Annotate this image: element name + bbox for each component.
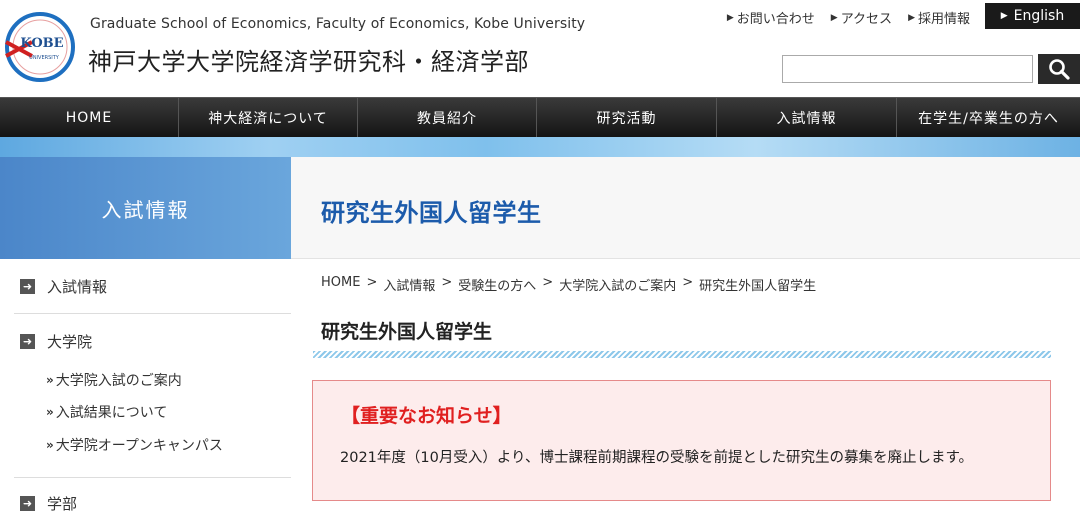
breadcrumb-applicants[interactable]: 受験生の方へ: [458, 275, 536, 294]
breadcrumb-separator: >: [441, 275, 453, 290]
site-title[interactable]: 神戸大学大学院経済学研究科・経済学部: [88, 42, 529, 77]
double-chevron-icon: »: [46, 438, 54, 452]
nav-research[interactable]: 研究活動: [537, 98, 717, 137]
sidebar-subitem-guide[interactable]: » 大学院入試のご案内: [46, 370, 182, 390]
search-input[interactable]: [782, 55, 1033, 83]
main-nav: HOME 神大経済について 教員紹介 研究活動 入試情報 在学生/卒業生の方へ: [0, 97, 1080, 137]
breadcrumb-admissions[interactable]: 入試情報: [383, 275, 435, 294]
search-button[interactable]: [1038, 54, 1080, 84]
page-title-area: 研究生外国人留学生: [291, 157, 1080, 259]
sidebar-item-undergraduate[interactable]: ➜ 学部: [20, 493, 77, 514]
sidebar-subitem-label: 大学院入試のご案内: [55, 373, 182, 389]
divider: [14, 477, 291, 478]
triangle-right-icon: ▶: [830, 12, 838, 23]
section-label: 入試情報: [0, 157, 291, 259]
search-icon: [1049, 59, 1070, 80]
notice-body: 2021年度（10月受入）より、博士課程前期課程の受験を前提とした研究生の募集を…: [340, 450, 974, 466]
sidebar-subitem-label: 入試結果について: [55, 405, 168, 421]
contact-link-label: お問い合わせ: [736, 12, 815, 27]
access-link[interactable]: ▶ アクセス: [831, 8, 892, 27]
breadcrumb-separator: >: [682, 275, 694, 290]
heading-underline: [313, 351, 1051, 358]
breadcrumb-home[interactable]: HOME: [321, 275, 360, 294]
breadcrumb: HOME > 入試情報 > 受験生の方へ > 大学院入試のご案内 > 研究生外国人留学生: [321, 275, 816, 294]
nav-students[interactable]: 在学生/卒業生の方へ: [897, 98, 1080, 137]
sidebar-item-label: 学部: [47, 495, 78, 513]
triangle-right-icon: ▶: [908, 12, 915, 23]
nav-home[interactable]: HOME: [0, 98, 179, 137]
utility-links: ▶ お問い合わせ ▶ アクセス ▶ 採用情報: [727, 8, 970, 27]
contact-link[interactable]: ▶ お問い合わせ: [727, 8, 815, 27]
sidebar-subitem-label: 大学院オープンキャンパス: [55, 438, 223, 454]
nav-admissions[interactable]: 入試情報: [717, 98, 897, 137]
site-header: KOBE UNIVERSITY Graduate School of Econo…: [0, 0, 1080, 96]
important-notice: 【重要なお知らせ】 2021年度（10月受入）より、博士課程前期課程の受験を前提…: [312, 380, 1051, 501]
sidebar-item-label: 大学院: [47, 333, 93, 351]
access-link-label: アクセス: [840, 12, 893, 27]
kobe-university-logo[interactable]: KOBE UNIVERSITY: [2, 12, 76, 82]
english-button-label: English: [1013, 8, 1065, 24]
site-subtitle-en: Graduate School of Economics, Faculty of…: [90, 16, 586, 32]
double-chevron-icon: »: [46, 405, 54, 419]
breadcrumb-separator: >: [366, 275, 378, 290]
sidebar-item-label: 入試情報: [47, 278, 108, 296]
sidebar-subitem-open-campus[interactable]: » 大学院オープンキャンパス: [46, 435, 223, 455]
breadcrumb-current: 研究生外国人留学生: [699, 279, 817, 294]
content-heading: 研究生外国人留学生: [321, 321, 493, 343]
arrow-right-icon: ➜: [20, 279, 35, 294]
recruit-link[interactable]: ▶ 採用情報: [908, 8, 970, 27]
nav-about[interactable]: 神大経済について: [179, 98, 358, 137]
notice-title: 【重要なお知らせ】: [341, 405, 512, 427]
logo-subtext: UNIVERSITY: [29, 55, 60, 61]
sidebar-item-graduate[interactable]: ➜ 大学院: [20, 331, 92, 352]
double-chevron-icon: »: [46, 373, 54, 387]
sidebar-item-admissions[interactable]: ➜ 入試情報: [20, 276, 107, 297]
breadcrumb-graduate-guide[interactable]: 大学院入試のご案内: [559, 275, 676, 294]
sidebar: ➜ 入試情報 ➜ 大学院 » 大学院入試のご案内 » 入試結果について » 大学…: [0, 259, 291, 514]
english-button[interactable]: ▶ English: [985, 3, 1080, 29]
logo-text: KOBE: [20, 36, 63, 51]
arrow-right-icon: ➜: [20, 496, 35, 511]
nav-faculty[interactable]: 教員紹介: [358, 98, 537, 137]
triangle-right-icon: ▶: [1000, 11, 1008, 21]
sky-banner: [0, 137, 1080, 157]
breadcrumb-separator: >: [542, 275, 554, 290]
arrow-right-icon: ➜: [20, 334, 35, 349]
page-title: 研究生外国人留学生: [321, 199, 542, 227]
divider: [14, 313, 291, 314]
triangle-right-icon: ▶: [726, 12, 734, 23]
sidebar-subitem-results[interactable]: » 入試結果について: [46, 402, 167, 422]
recruit-link-label: 採用情報: [917, 12, 970, 27]
